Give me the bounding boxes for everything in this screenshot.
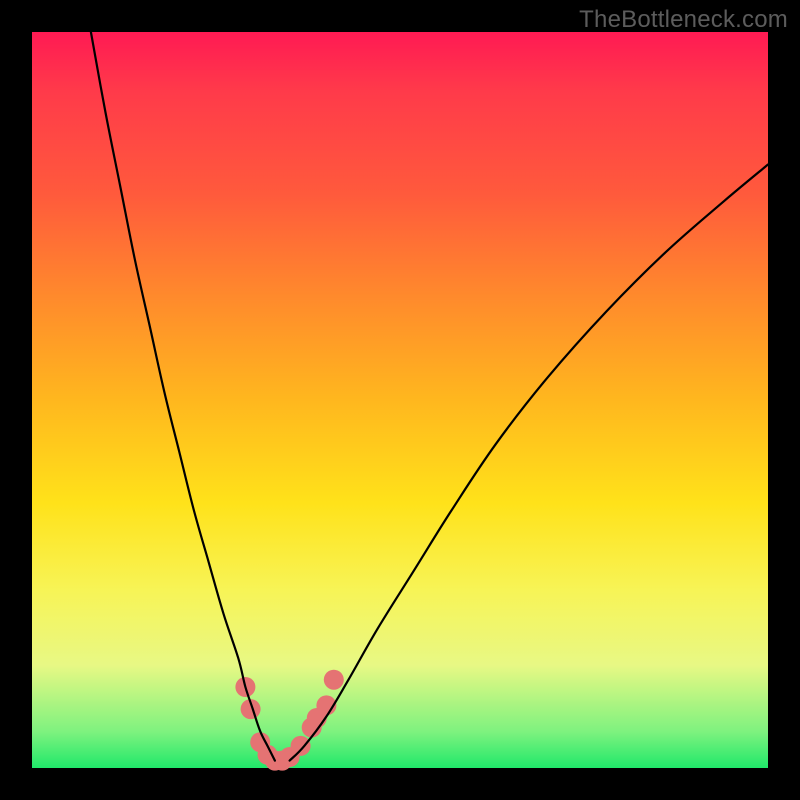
chart-outer: TheBottleneck.com <box>0 0 800 800</box>
watermark-label: TheBottleneck.com <box>579 6 788 34</box>
markers-group <box>235 670 343 771</box>
right-curve <box>290 165 768 761</box>
left-curve <box>91 32 275 761</box>
plot-area <box>32 32 768 768</box>
curves-svg <box>32 32 768 768</box>
curve-marker <box>324 670 344 690</box>
curve-marker <box>291 736 311 756</box>
